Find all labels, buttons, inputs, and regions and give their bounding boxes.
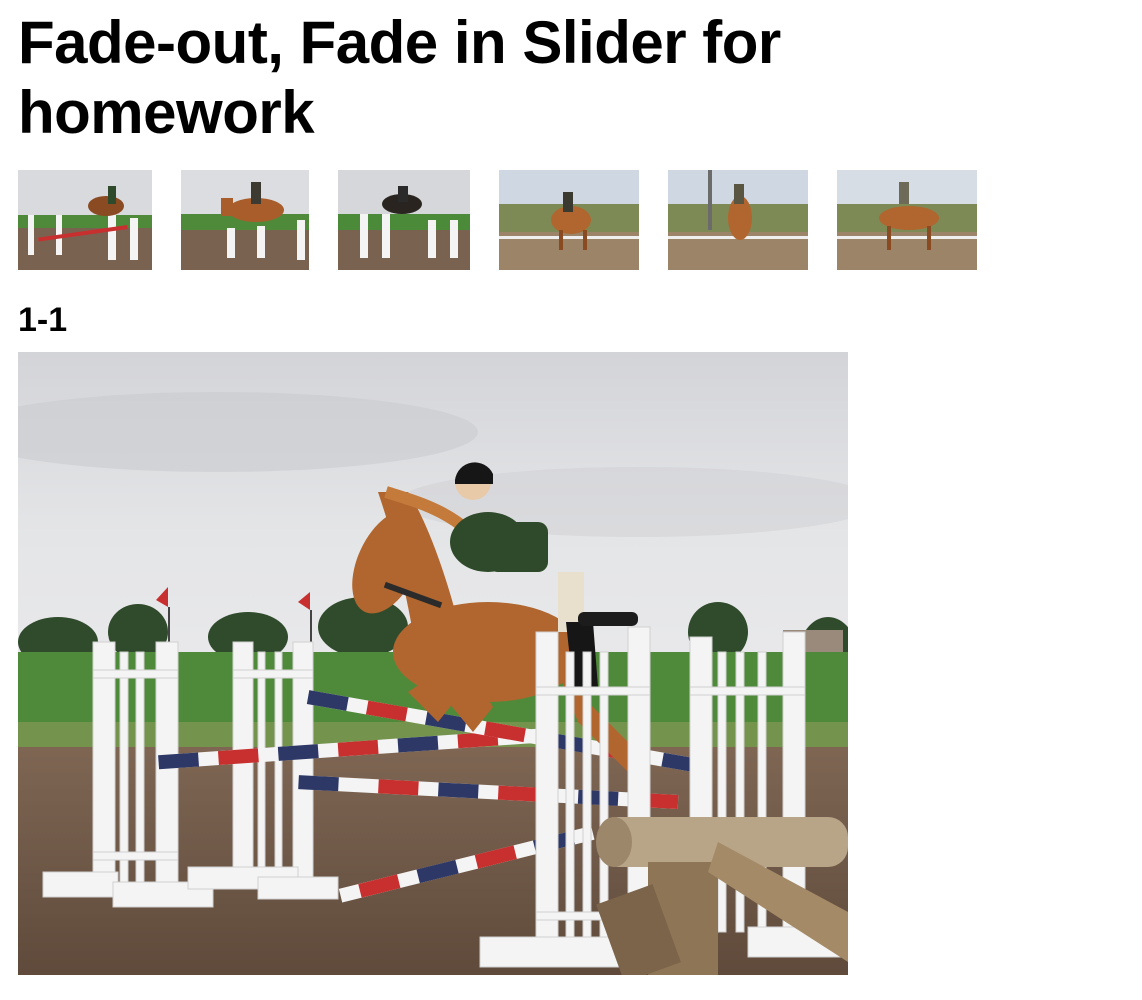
thumbnail-6-image xyxy=(837,170,977,270)
thumbnail-5[interactable] xyxy=(668,170,808,270)
thumbnail-3[interactable] xyxy=(338,170,470,270)
page-title: Fade-out, Fade in Slider for homework xyxy=(18,9,781,146)
thumbnail-1-image xyxy=(18,170,152,270)
slide-caption: 1-1 xyxy=(18,301,68,339)
thumbnail-2[interactable] xyxy=(181,170,309,270)
thumbnail-4-image xyxy=(499,170,639,270)
thumbnail-6[interactable] xyxy=(837,170,977,270)
thumbnail-strip xyxy=(0,170,1000,270)
thumbnail-3-image xyxy=(338,170,470,270)
thumbnail-5-image xyxy=(668,170,808,270)
thumbnail-2-image xyxy=(181,170,309,270)
thumbnail-4[interactable] xyxy=(499,170,639,270)
thumbnail-1[interactable] xyxy=(18,170,152,270)
main-slide-image xyxy=(18,352,848,975)
